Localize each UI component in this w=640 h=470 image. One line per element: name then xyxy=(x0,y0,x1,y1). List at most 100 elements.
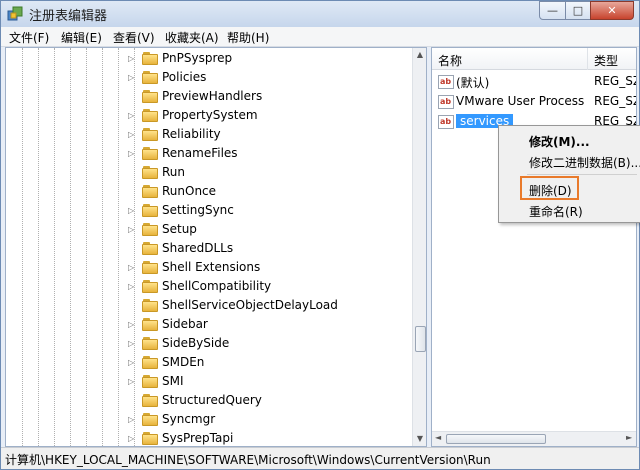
tree-item[interactable]: ShellServiceObjectDelayLoad xyxy=(6,296,410,315)
tree-item-label: SharedDLLs xyxy=(162,241,234,255)
folder-icon xyxy=(142,432,158,445)
tree-item[interactable]: ▷ RenameFiles xyxy=(6,144,410,163)
folder-icon xyxy=(142,356,158,369)
tree-item[interactable]: ▷ Policies xyxy=(6,68,410,87)
column-name-header[interactable]: 名称 xyxy=(438,52,462,69)
tree-item[interactable]: ▷ SideBySide xyxy=(6,334,410,353)
expand-arrow-icon[interactable]: ▷ xyxy=(128,73,134,82)
menu-edit[interactable]: 编辑(E) xyxy=(61,29,102,46)
expand-arrow-icon[interactable]: ▷ xyxy=(128,320,134,329)
tree-item[interactable]: ▷ SettingSync xyxy=(6,201,410,220)
value-row[interactable]: ab (默认) REG_SZ xyxy=(432,72,637,92)
folder-icon xyxy=(142,413,158,426)
tree-item[interactable]: ▷ SMI xyxy=(6,372,410,391)
tree-item-label: Shell Extensions xyxy=(162,260,261,274)
tree-item[interactable]: ▷ Setup xyxy=(6,220,410,239)
expand-arrow-icon[interactable]: ▷ xyxy=(128,282,134,291)
folder-icon xyxy=(142,299,158,312)
value-type: REG_SZ xyxy=(594,74,637,88)
tree-item-label: Run xyxy=(162,165,186,179)
tree-item-label: SMDEn xyxy=(162,355,205,369)
expand-arrow-icon[interactable]: ▷ xyxy=(128,339,134,348)
expand-arrow-icon[interactable]: ▷ xyxy=(128,358,134,367)
expand-arrow-icon[interactable]: ▷ xyxy=(128,415,134,424)
expand-arrow-icon[interactable]: ▷ xyxy=(128,206,134,215)
maximize-button[interactable]: □ xyxy=(565,1,591,20)
expand-arrow-icon[interactable]: ▷ xyxy=(128,130,134,139)
value-name: (默认) xyxy=(456,76,490,90)
expand-arrow-icon[interactable]: ▷ xyxy=(128,149,134,158)
tree-vertical-scrollbar[interactable]: ▲ ▼ xyxy=(412,48,426,446)
menu-file[interactable]: 文件(F) xyxy=(9,29,49,46)
tree-item[interactable]: ▷ SysPrepTapi xyxy=(6,429,410,446)
tree-item-label: Reliability xyxy=(162,127,221,141)
column-type-header[interactable]: 类型 xyxy=(594,52,618,69)
folder-icon xyxy=(142,147,158,160)
string-value-icon: ab xyxy=(438,95,454,109)
expand-arrow-icon[interactable]: ▷ xyxy=(128,263,134,272)
menu-view[interactable]: 查看(V) xyxy=(113,29,155,46)
scroll-right-arrow-icon[interactable]: ► xyxy=(626,433,632,442)
title-bar[interactable]: 注册表编辑器 — □ ✕ xyxy=(1,1,639,27)
context-menu-rename[interactable]: 重命名(R) xyxy=(529,203,583,220)
tree-item[interactable]: ▷ Shell Extensions xyxy=(6,258,410,277)
folder-icon xyxy=(142,261,158,274)
tree-item[interactable]: ▷ PnPSysprep xyxy=(6,49,410,68)
folder-icon xyxy=(142,375,158,388)
scroll-up-arrow-icon[interactable]: ▲ xyxy=(415,50,425,59)
registry-tree-pane[interactable]: ▷ PnPSysprep ▷ Policies PreviewHandlers ▷ Prop… xyxy=(5,47,427,447)
status-bar: 计算机\HKEY_LOCAL_MACHINE\SOFTWARE\Microsof… xyxy=(1,447,639,469)
close-button[interactable]: ✕ xyxy=(590,1,634,20)
folder-icon xyxy=(142,242,158,255)
menu-help[interactable]: 帮助(H) xyxy=(227,29,269,46)
tree-scroll-thumb[interactable] xyxy=(415,326,426,352)
tree-item[interactable]: RunOnce xyxy=(6,182,410,201)
menu-bar: 文件(F) 编辑(E) 查看(V) 收藏夹(A) 帮助(H) xyxy=(1,27,639,47)
tree-item-label: StructuredQuery xyxy=(162,393,262,407)
expand-arrow-icon[interactable]: ▷ xyxy=(128,111,134,120)
tree-item-label: PreviewHandlers xyxy=(162,89,263,103)
list-horizontal-scrollbar[interactable]: ◄ ► xyxy=(432,431,636,446)
string-value-icon: ab xyxy=(438,115,454,129)
expand-arrow-icon[interactable]: ▷ xyxy=(128,54,134,63)
expand-arrow-icon[interactable]: ▷ xyxy=(128,434,134,443)
tree-item-label: SMI xyxy=(162,374,184,388)
context-menu-modify[interactable]: 修改(M)... xyxy=(529,133,590,150)
scroll-down-arrow-icon[interactable]: ▼ xyxy=(415,434,425,443)
tree-item[interactable]: SharedDLLs xyxy=(6,239,410,258)
tree-item[interactable]: ▷ Syncmgr xyxy=(6,410,410,429)
tree-item[interactable]: StructuredQuery xyxy=(6,391,410,410)
close-icon: ✕ xyxy=(607,4,617,17)
values-list-pane[interactable]: 名称 类型 ab (默认) REG_SZ ab VMware User Process R… xyxy=(431,47,637,447)
minimize-button[interactable]: — xyxy=(539,1,566,20)
tree-item[interactable]: ▷ Reliability xyxy=(6,125,410,144)
tree-item[interactable]: ▷ Sidebar xyxy=(6,315,410,334)
column-separator[interactable] xyxy=(587,48,588,70)
tree-item[interactable]: ▷ SMDEn xyxy=(6,353,410,372)
regedit-app-icon xyxy=(7,6,23,21)
value-type: REG_SZ xyxy=(594,94,637,108)
tree-item-label: PnPSysprep xyxy=(162,51,233,65)
folder-icon xyxy=(142,337,158,350)
folder-icon xyxy=(142,394,158,407)
folder-icon xyxy=(142,90,158,103)
context-menu-separator xyxy=(527,174,637,175)
context-menu-modify-binary[interactable]: 修改二进制数据(B)... xyxy=(529,154,640,171)
value-row[interactable]: ab VMware User Process REG_SZ xyxy=(432,92,637,112)
expand-arrow-icon[interactable]: ▷ xyxy=(128,225,134,234)
tree-item[interactable]: Run xyxy=(6,163,410,182)
minimize-icon: — xyxy=(547,4,558,17)
tree-item[interactable]: PreviewHandlers xyxy=(6,87,410,106)
string-value-icon: ab xyxy=(438,75,454,89)
folder-icon xyxy=(142,223,158,236)
scroll-left-arrow-icon[interactable]: ◄ xyxy=(435,433,441,442)
tree-item-label: SideBySide xyxy=(162,336,230,350)
tree-item-label: Sidebar xyxy=(162,317,208,331)
tree-item[interactable]: ▷ PropertySystem xyxy=(6,106,410,125)
expand-arrow-icon[interactable]: ▷ xyxy=(128,377,134,386)
tree-item-label: RenameFiles xyxy=(162,146,238,160)
menu-favorites[interactable]: 收藏夹(A) xyxy=(165,29,219,46)
list-scroll-thumb[interactable] xyxy=(446,434,546,444)
tree-item-label: SettingSync xyxy=(162,203,234,217)
tree-item[interactable]: ▷ ShellCompatibility xyxy=(6,277,410,296)
